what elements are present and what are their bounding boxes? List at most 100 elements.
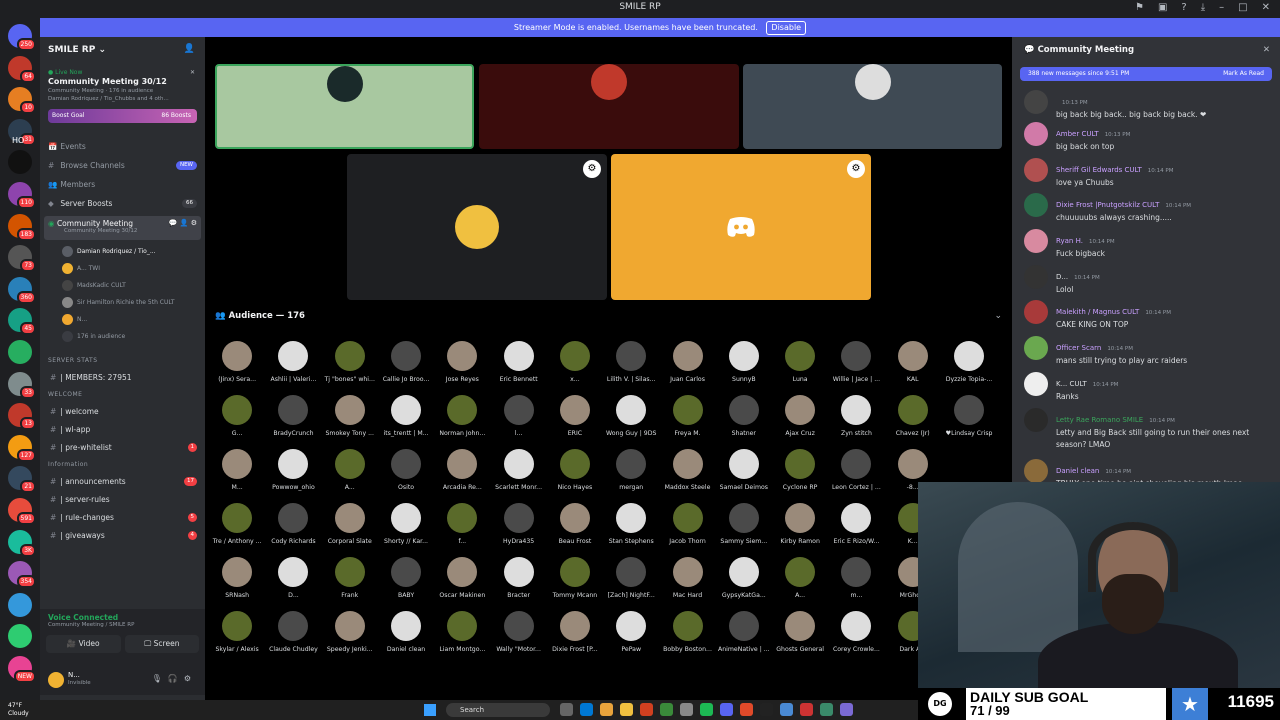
channel-item[interactable]: # | MEMBERS: 27951: [40, 369, 205, 387]
channel-item[interactable]: # | announcements 17: [40, 473, 205, 491]
audience-member[interactable]: Juan Carlos: [659, 341, 715, 395]
server-icon[interactable]: [8, 592, 32, 617]
chat-username[interactable]: Amber CULT: [1056, 130, 1099, 138]
mark-as-read-button[interactable]: Mark As Read: [1223, 67, 1264, 81]
channel-item[interactable]: # | rule-changes 5: [40, 509, 205, 527]
settings-icon[interactable]: ⚙: [583, 160, 601, 178]
stage-member[interactable]: A... TWI: [40, 260, 205, 277]
help-icon[interactable]: ?: [1181, 2, 1186, 13]
audience-member[interactable]: Samael Deimos: [716, 449, 772, 503]
screen-share-button[interactable]: 🖵 Screen: [124, 635, 199, 653]
chat-username[interactable]: Sheriff Gil Edwards CULT: [1056, 166, 1142, 174]
audience-member[interactable]: BradyCrunch: [265, 395, 321, 449]
audience-member[interactable]: (Jinx) Sera...: [209, 341, 265, 395]
mic-icon[interactable]: 🎙: [152, 674, 168, 683]
app-icon[interactable]: [800, 703, 813, 716]
add-member-icon[interactable]: 👤: [184, 44, 195, 54]
audience-member[interactable]: Shorty // Kar...: [378, 503, 434, 557]
close-icon[interactable]: ✕: [190, 69, 195, 76]
chat-message[interactable]: Amber CULT 10:13 PM big back on top: [1012, 117, 1280, 153]
server-icon-ho[interactable]: HO: [12, 136, 24, 145]
audience-member[interactable]: Lilith V. | Silas...: [603, 341, 659, 395]
audience-member[interactable]: Norman John...: [434, 395, 490, 449]
app-icon[interactable]: [740, 703, 753, 716]
chat-message[interactable]: season? LMAO: [1012, 440, 1280, 454]
audience-member[interactable]: mergan: [603, 449, 659, 503]
video-tile-1[interactable]: [215, 64, 474, 149]
chat-username[interactable]: Daniel clean: [1056, 467, 1099, 475]
app-icon[interactable]: [680, 703, 693, 716]
chat-username[interactable]: Malekith / Magnus CULT: [1056, 308, 1139, 316]
audience-member[interactable]: Corey Crowle...: [828, 611, 884, 665]
chrome-icon[interactable]: [600, 703, 613, 716]
download-icon[interactable]: ⤓: [1201, 2, 1205, 13]
audience-member[interactable]: Dyzzie Topia-...: [941, 341, 997, 395]
chat-username[interactable]: D...: [1056, 273, 1068, 281]
avatar[interactable]: [1024, 90, 1048, 114]
audience-member[interactable]: BABY: [378, 557, 434, 611]
audience-member[interactable]: Ashlii | Valeri...: [265, 341, 321, 395]
video-tile-3[interactable]: [743, 64, 1002, 149]
chat-username[interactable]: Dixie Frost |Pnutgotskilz CULT: [1056, 201, 1159, 209]
audience-member[interactable]: Beau Frost: [547, 503, 603, 557]
app-icon[interactable]: [780, 703, 793, 716]
audience-member[interactable]: Dixie Frost [P...: [547, 611, 603, 665]
audience-member[interactable]: Shatner: [716, 395, 772, 449]
chat-message[interactable]: D... 10:14 PM Lolol: [1012, 260, 1280, 296]
server-icon[interactable]: NEW: [8, 656, 36, 683]
chevron-down-icon[interactable]: ⌄: [994, 311, 1002, 321]
chat-message[interactable]: Sheriff Gil Edwards CULT 10:14 PM love ya …: [1012, 153, 1280, 189]
server-icon[interactable]: [8, 150, 32, 175]
server-icon[interactable]: 110: [8, 182, 36, 209]
folder-icon[interactable]: [620, 703, 633, 716]
spotify-icon[interactable]: [700, 703, 713, 716]
taskbar-search[interactable]: Search: [446, 703, 550, 717]
nav-item-3[interactable]: ◆ Server Boosts 66: [40, 194, 205, 213]
avatar[interactable]: [1024, 157, 1048, 182]
video-tile-2[interactable]: [479, 64, 739, 149]
app-icon[interactable]: [660, 703, 673, 716]
audience-member[interactable]: Corporal Slate: [322, 503, 378, 557]
chat-username[interactable]: Letty Rae Romano SMILE: [1056, 416, 1143, 424]
audience-member[interactable]: Callie Jo Broo...: [378, 341, 434, 395]
audience-member[interactable]: Cyclone RP: [772, 449, 828, 503]
server-icon[interactable]: 21: [8, 466, 36, 494]
avatar[interactable]: [1024, 371, 1048, 396]
audience-member[interactable]: its_trentt | M...: [378, 395, 434, 449]
audience-member[interactable]: Sammy Siem...: [716, 503, 772, 557]
app-icon[interactable]: [820, 703, 833, 716]
stage-member[interactable]: 176 in audience: [40, 328, 205, 345]
audience-member[interactable]: SunnyB: [716, 341, 772, 395]
audience-member[interactable]: Ajax Cruz: [772, 395, 828, 449]
server-icon[interactable]: 360: [8, 276, 36, 304]
audience-member[interactable]: l...: [490, 395, 546, 449]
audience-member[interactable]: Tj "bones" whi...: [322, 341, 378, 395]
audience-member[interactable]: Jacob Thorn: [659, 503, 715, 557]
audience-member[interactable]: HyDra435: [490, 503, 546, 557]
stage-controls-icons[interactable]: 💬 👤 ⚙: [169, 219, 197, 227]
firefox-icon[interactable]: [640, 703, 653, 716]
audience-member[interactable]: Mac Hard: [659, 557, 715, 611]
audience-member[interactable]: SRNash: [209, 557, 265, 611]
chat-message[interactable]: Officer Scarn 10:14 PM mans still trying t…: [1012, 331, 1280, 367]
settings-icon[interactable]: ⚙: [184, 674, 197, 683]
audience-member[interactable]: [Zach] NightF...: [603, 557, 659, 611]
audience-member[interactable]: Luna: [772, 341, 828, 395]
windows-start-icon[interactable]: [424, 704, 436, 716]
category-header[interactable]: SERVER STATS: [40, 353, 205, 369]
server-header[interactable]: SMILE RP ⌄ 👤: [40, 37, 205, 65]
stage-member[interactable]: Sir Hamilton Richie the 5th CULT: [40, 294, 205, 311]
audience-member[interactable]: GypsyKatGa...: [716, 557, 772, 611]
nav-item-1[interactable]: # Browse Channels NEW: [40, 156, 205, 175]
avatar[interactable]: [1024, 336, 1048, 361]
video-button[interactable]: 🎥 Video: [46, 635, 121, 653]
avatar[interactable]: [1024, 459, 1048, 484]
chat-message[interactable]: 10:13 PM big back big back.. big back big…: [1012, 85, 1280, 119]
channel-item[interactable]: # | pre-whitelist 1: [40, 439, 205, 457]
discord-icon[interactable]: [720, 703, 733, 716]
audience-member[interactable]: x...: [547, 341, 603, 395]
category-header[interactable]: WELCOME: [40, 387, 205, 403]
weather-widget[interactable]: 47°F Cloudy: [8, 702, 29, 718]
audience-member[interactable]: Eric Bennett: [490, 341, 546, 395]
audience-member[interactable]: KAL: [885, 341, 941, 395]
